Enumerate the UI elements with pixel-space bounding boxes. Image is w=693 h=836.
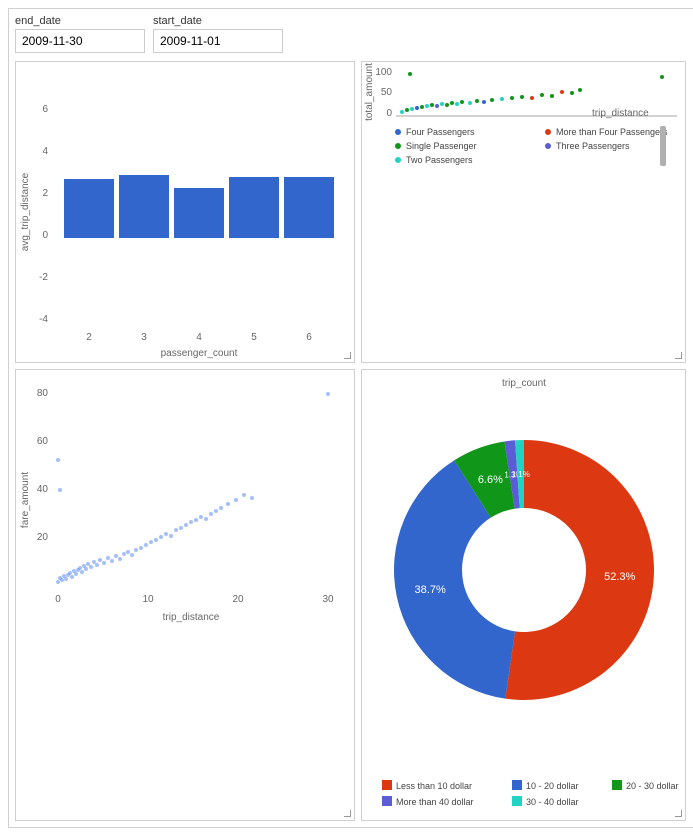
resize-icon[interactable] (342, 350, 352, 360)
scatter-bottom-yticks: 20 40 60 80 (37, 388, 49, 543)
bar-xticks: 2 3 4 5 6 (86, 332, 312, 343)
pie-chart[interactable]: trip_count 52.3%38.7%6.6%1.3%1.1% Less t… (362, 370, 687, 820)
scatter-top-panel: total_amount 0 50 100 trip_dist (361, 61, 686, 363)
legend-swatch (512, 780, 522, 790)
svg-text:More than Four Passengers: More than Four Passengers (556, 127, 668, 137)
legend-label: 10 - 20 dollar (526, 781, 579, 791)
scatter-bottom-ylabel: fare_amount (20, 472, 31, 528)
svg-text:80: 80 (37, 388, 49, 399)
bar-ylabel: avg_trip_distance (20, 172, 31, 251)
legend-label: More than 40 dollar (396, 797, 474, 807)
bar-bars (64, 175, 334, 238)
svg-text:60: 60 (37, 436, 49, 447)
legend-label: 20 - 30 dollar (626, 781, 679, 791)
svg-text:2: 2 (86, 332, 92, 343)
filter-end-date: end_date (15, 15, 145, 53)
svg-text:-4: -4 (39, 314, 48, 325)
bar-chart[interactable]: avg_trip_distance -4 -2 0 2 4 6 (16, 62, 356, 362)
legend-scrollbar[interactable] (660, 126, 666, 166)
legend-swatch (382, 796, 392, 806)
scatter-bottom-chart[interactable]: fare_amount 20 40 60 80 (16, 370, 356, 630)
scatter-top-legend: Four Passengers More than Four Passenger… (395, 126, 668, 166)
start-date-input[interactable] (153, 29, 283, 53)
resize-icon[interactable] (342, 808, 352, 818)
legend-swatch (512, 796, 522, 806)
svg-text:6: 6 (306, 332, 312, 343)
scatter-top-yticks: 0 50 100 (375, 67, 392, 119)
resize-icon[interactable] (673, 808, 683, 818)
svg-text:Single Passenger: Single Passenger (406, 141, 477, 151)
svg-text:4: 4 (42, 146, 48, 157)
pie-chart-panel: trip_count 52.3%38.7%6.6%1.3%1.1% Less t… (361, 369, 686, 821)
bar-xlabel: passenger_count (161, 348, 238, 359)
svg-text:10: 10 (142, 594, 154, 605)
svg-text:0: 0 (55, 594, 61, 605)
svg-text:-2: -2 (39, 272, 48, 283)
dashboard: end_date start_date avg_trip_distance -4… (8, 8, 693, 828)
svg-text:30: 30 (322, 594, 334, 605)
svg-text:40: 40 (37, 484, 49, 495)
pie-title: trip_count (502, 378, 546, 389)
legend-swatch (612, 780, 622, 790)
scatter-top-chart[interactable]: total_amount 0 50 100 trip_dist (362, 62, 687, 172)
resize-icon[interactable] (673, 350, 683, 360)
filter-bar: end_date start_date (15, 15, 693, 53)
scatter-top-xlabel: trip_distance (592, 108, 649, 119)
pie-slice-label: 1.1% (512, 470, 530, 479)
svg-text:20: 20 (37, 532, 49, 543)
start-date-label: start_date (153, 15, 283, 27)
svg-text:2: 2 (42, 188, 48, 199)
end-date-input[interactable] (15, 29, 145, 53)
scatter-bottom-points (56, 392, 330, 584)
svg-text:0: 0 (386, 108, 392, 119)
scatter-bottom-xlabel: trip_distance (163, 612, 220, 623)
svg-text:20: 20 (232, 594, 244, 605)
bar-chart-panel: avg_trip_distance -4 -2 0 2 4 6 (15, 61, 355, 363)
legend-label: 30 - 40 dollar (526, 797, 579, 807)
svg-text:50: 50 (381, 87, 393, 98)
pie-slice-label: 52.3% (604, 571, 635, 583)
end-date-label: end_date (15, 15, 145, 27)
chart-grid: avg_trip_distance -4 -2 0 2 4 6 (15, 61, 693, 821)
svg-text:Two Passengers: Two Passengers (406, 155, 473, 165)
filter-start-date: start_date (153, 15, 283, 53)
bar-yticks: -4 -2 0 2 4 6 (39, 104, 48, 325)
svg-text:100: 100 (375, 67, 392, 78)
scatter-bottom-panel: fare_amount 20 40 60 80 (15, 369, 355, 821)
scatter-bottom-xticks: 0 10 20 30 (55, 594, 334, 605)
scatter-top-ylabel: total_amount (364, 63, 375, 121)
svg-text:0: 0 (42, 230, 48, 241)
svg-text:4: 4 (196, 332, 202, 343)
svg-text:3: 3 (141, 332, 147, 343)
svg-text:6: 6 (42, 104, 48, 115)
pie-slice-label: 6.6% (478, 474, 503, 486)
svg-text:Four Passengers: Four Passengers (406, 127, 475, 137)
pie-slice-label: 38.7% (415, 584, 446, 596)
svg-text:5: 5 (251, 332, 257, 343)
legend-label: Less than 10 dollar (396, 781, 472, 791)
svg-text:Three Passengers: Three Passengers (556, 141, 630, 151)
legend-swatch (382, 780, 392, 790)
